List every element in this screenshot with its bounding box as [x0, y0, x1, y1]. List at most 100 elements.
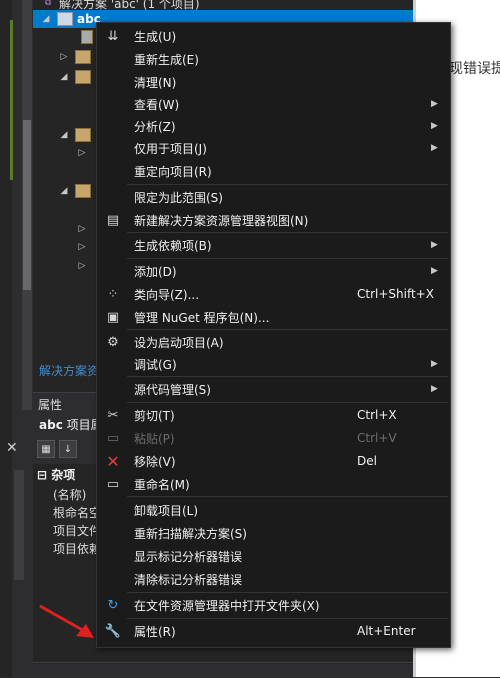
properties-scrollbar[interactable] [14, 470, 24, 580]
menu-separator [127, 496, 448, 497]
menu-item-debug[interactable]: 调试(G) ▶ [97, 353, 450, 375]
menu-item-clear-analyzer-errors[interactable]: 清除标记分析器错误 [97, 568, 450, 590]
menu-separator [127, 592, 448, 593]
solution-icon: ⧉ [44, 0, 52, 8]
gear-icon: ⚙ [107, 334, 119, 350]
menu-item-analyze[interactable]: 分析(Z) ▶ [97, 115, 450, 137]
categorized-icon[interactable]: ▦ [37, 440, 55, 458]
solution-explorer-tab[interactable]: 解决方案资 [39, 362, 99, 379]
menu-item-open-folder[interactable]: ↻ 在文件资源管理器中打开文件夹(X) [97, 594, 450, 616]
menu-item-project-only[interactable]: 仅用于项目(J) ▶ [97, 137, 450, 159]
close-icon[interactable]: ✕ [6, 440, 18, 456]
build-icon: ⇊ [107, 28, 119, 44]
menu-item-unload-project[interactable]: 卸载项目(L) [97, 499, 450, 521]
submenu-arrow-icon: ▶ [431, 384, 438, 394]
menu-separator [127, 258, 448, 259]
change-indicator [10, 20, 13, 180]
expand-arrow-icon[interactable]: ▷ [59, 52, 69, 62]
expand-arrow-icon[interactable]: ▷ [77, 148, 87, 158]
paste-icon: ▭ [106, 430, 120, 446]
scissors-icon: ✂ [107, 407, 119, 423]
tree-item[interactable]: ◢ [59, 126, 95, 144]
left-dock-strip: ✕ [0, 0, 33, 677]
menu-item-remove[interactable]: ✕ 移除(V) Del [97, 450, 450, 472]
scrollbar-thumb[interactable] [23, 120, 31, 290]
submenu-arrow-icon: ▶ [431, 266, 438, 276]
tree-item[interactable]: ▷ [59, 48, 95, 66]
submenu-arrow-icon: ▶ [431, 359, 438, 369]
submenu-arrow-icon: ▶ [431, 121, 438, 131]
collapse-arrow-icon[interactable]: ◢ [59, 130, 69, 140]
tree-item[interactable]: ▷ [77, 238, 93, 256]
folder-icon [75, 128, 91, 142]
property-row[interactable]: 项目依赖 [53, 540, 101, 557]
shortcut-text: Ctrl+X [357, 408, 397, 422]
alphabetical-icon[interactable]: ↓ [59, 440, 77, 458]
menu-separator [127, 402, 448, 403]
tree-item[interactable]: ◢ [59, 68, 95, 86]
new-view-icon: ▤ [106, 212, 120, 228]
menu-separator [127, 376, 448, 377]
project-row[interactable]: ◢ abc [41, 10, 101, 28]
property-row[interactable]: 项目文件 [53, 522, 101, 539]
refresh-folder-icon: ↻ [107, 597, 119, 613]
expand-arrow-icon[interactable]: ▷ [77, 261, 87, 271]
wrench-icon: 🔧 [104, 623, 122, 639]
menu-item-class-wizard[interactable]: ⁘ 类向导(Z)... Ctrl+Shift+X [97, 283, 450, 305]
object-name: abc [39, 418, 63, 432]
menu-item-view[interactable]: 查看(W) ▶ [97, 93, 450, 115]
tree-item[interactable]: ◢ [59, 182, 95, 200]
menu-item-new-view[interactable]: ▤ 新建解决方案资源管理器视图(N) [97, 209, 450, 231]
property-row[interactable]: 根命名空 [53, 504, 101, 521]
collapse-arrow-icon[interactable]: ◢ [41, 14, 51, 24]
project-icon [57, 12, 73, 26]
properties-toolbar: ▦ ↓ [37, 440, 77, 458]
shortcut-text: Ctrl+Shift+X [357, 287, 434, 301]
editor-text: 现错误提 [449, 61, 500, 77]
menu-item-show-analyzer-errors[interactable]: 显示标记分析器错误 [97, 545, 450, 567]
menu-item-set-startup[interactable]: ⚙ 设为启动项目(A) [97, 331, 450, 353]
properties-object[interactable]: abc 项目属 [39, 416, 103, 433]
expand-arrow-icon[interactable]: ▷ [77, 224, 87, 234]
shortcut-text: Ctrl+V [357, 431, 397, 445]
tree-item[interactable]: ▷ [77, 144, 93, 162]
collapse-arrow-icon[interactable]: ◢ [59, 72, 69, 82]
context-menu: ⇊ 生成(U) 重新生成(E) 清理(N) 查看(W) ▶ 分析(Z) ▶ 仅用… [96, 22, 451, 648]
rename-icon: ▭ [106, 476, 120, 492]
category-label: 杂项 [51, 468, 76, 482]
menu-item-add[interactable]: 添加(D) ▶ [97, 260, 450, 282]
menu-item-manage-nuget[interactable]: ▣ 管理 NuGet 程序包(N)... [97, 306, 450, 328]
submenu-arrow-icon: ▶ [431, 143, 438, 153]
collapse-arrow-icon[interactable]: ◢ [59, 186, 69, 196]
menu-item-paste[interactable]: ▭ 粘贴(P) Ctrl+V [97, 427, 450, 449]
submenu-arrow-icon: ▶ [431, 240, 438, 250]
menu-separator [127, 618, 448, 619]
menu-item-build-dependencies[interactable]: 生成依赖项(B) ▶ [97, 234, 450, 256]
menu-item-scope-to-this[interactable]: 限定为此范围(S) [97, 186, 450, 208]
menu-item-source-control[interactable]: 源代码管理(S) ▶ [97, 378, 450, 400]
references-icon [81, 30, 93, 44]
nuget-icon: ▣ [106, 309, 120, 325]
property-row[interactable]: (名称) [53, 486, 86, 503]
menu-item-cut[interactable]: ✂ 剪切(T) Ctrl+X [97, 404, 450, 426]
menu-item-build[interactable]: ⇊ 生成(U) [97, 25, 450, 47]
category-header[interactable]: ⊟ 杂项 [37, 466, 75, 483]
menu-item-rename[interactable]: ▭ 重命名(M) [97, 473, 450, 495]
menu-item-rescan-solution[interactable]: 重新扫描解决方案(S) [97, 522, 450, 544]
properties-header: 属性 [38, 398, 63, 412]
tree-item[interactable]: ▷ [77, 220, 93, 238]
shortcut-text: Alt+Enter [357, 624, 416, 638]
submenu-arrow-icon: ▶ [431, 99, 438, 109]
menu-separator [127, 329, 448, 330]
menu-item-rebuild[interactable]: 重新生成(E) [97, 48, 450, 70]
tree-item[interactable] [81, 28, 97, 46]
expand-arrow-icon[interactable]: ▷ [77, 242, 87, 252]
tree-item[interactable]: ▷ [77, 257, 93, 275]
red-arrow-annotation [39, 604, 94, 638]
folder-icon [75, 184, 91, 198]
menu-item-clean[interactable]: 清理(N) [97, 71, 450, 93]
menu-item-properties[interactable]: 🔧 属性(R) Alt+Enter [97, 620, 450, 642]
menu-separator [127, 184, 448, 185]
menu-item-retarget[interactable]: 重定向项目(R) [97, 160, 450, 182]
menu-separator [127, 232, 448, 233]
